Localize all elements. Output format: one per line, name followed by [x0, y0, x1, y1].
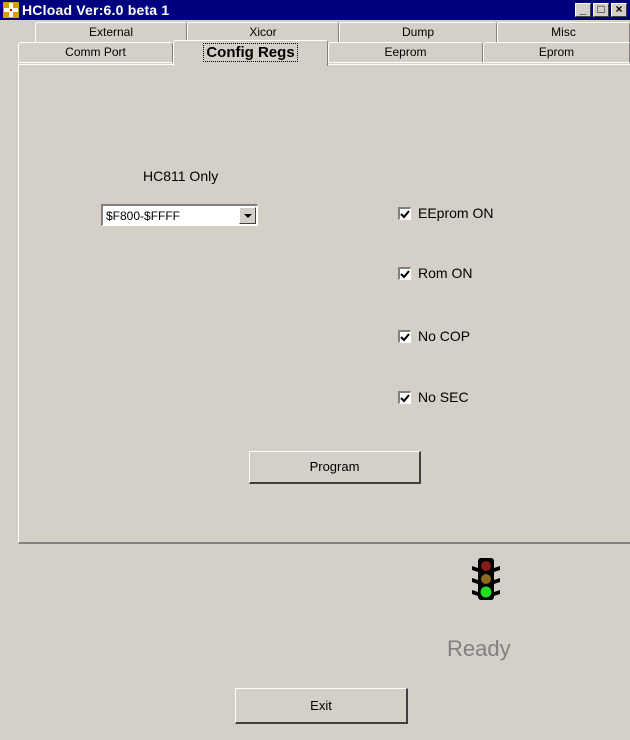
- no-cop-label: No COP: [418, 328, 471, 344]
- checkmark-icon: [400, 270, 410, 279]
- tab-misc[interactable]: Misc: [497, 22, 630, 42]
- chevron-down-icon: [244, 214, 252, 218]
- rom-on-label: Rom ON: [418, 265, 473, 281]
- close-button[interactable]: ×: [611, 2, 627, 17]
- tab-eeprom[interactable]: Eeprom: [328, 42, 483, 63]
- close-icon: ×: [615, 2, 623, 16]
- dropdown-button[interactable]: [239, 207, 256, 224]
- hc811-only-label: HC811 Only: [143, 168, 219, 184]
- eeprom-on-label: EEprom ON: [418, 205, 494, 221]
- no-sec-label: No SEC: [418, 389, 469, 405]
- app-window: HCload Ver:6.0 beta 1 _ □ × External Xic…: [0, 0, 630, 740]
- tab-xicor[interactable]: Xicor: [187, 22, 339, 42]
- checkmark-icon: [400, 394, 410, 403]
- tab-config-regs[interactable]: Config Regs: [173, 40, 328, 66]
- title-bar[interactable]: HCload Ver:6.0 beta 1 _ □ ×: [0, 0, 630, 20]
- checkmark-icon: [400, 210, 410, 219]
- status-text: Ready: [447, 636, 511, 661]
- tab-dump[interactable]: Dump: [339, 22, 497, 42]
- address-range-value: $F800-$FFFF: [106, 209, 181, 223]
- rom-on-checkbox[interactable]: [398, 267, 411, 280]
- window-title: HCload Ver:6.0 beta 1: [22, 2, 170, 18]
- minimize-button[interactable]: _: [575, 2, 591, 17]
- maximize-button[interactable]: □: [593, 2, 609, 17]
- eeprom-on-checkbox[interactable]: [398, 207, 411, 220]
- no-cop-checkbox[interactable]: [398, 330, 411, 343]
- minimize-icon: _: [579, 2, 587, 16]
- exit-button[interactable]: Exit: [235, 688, 408, 724]
- tab-external[interactable]: External: [35, 22, 187, 42]
- no-sec-checkbox[interactable]: [398, 391, 411, 404]
- traffic-light-icon: [472, 558, 500, 600]
- tab-eprom[interactable]: Eprom: [483, 42, 630, 63]
- app-icon: [3, 2, 19, 18]
- tab-comm-port[interactable]: Comm Port: [18, 42, 173, 63]
- address-range-select[interactable]: $F800-$FFFF: [101, 204, 258, 226]
- maximize-icon: □: [597, 2, 605, 16]
- checkmark-icon: [400, 333, 410, 342]
- program-button[interactable]: Program: [249, 451, 421, 484]
- tab-config-regs-label: Config Regs: [203, 43, 298, 62]
